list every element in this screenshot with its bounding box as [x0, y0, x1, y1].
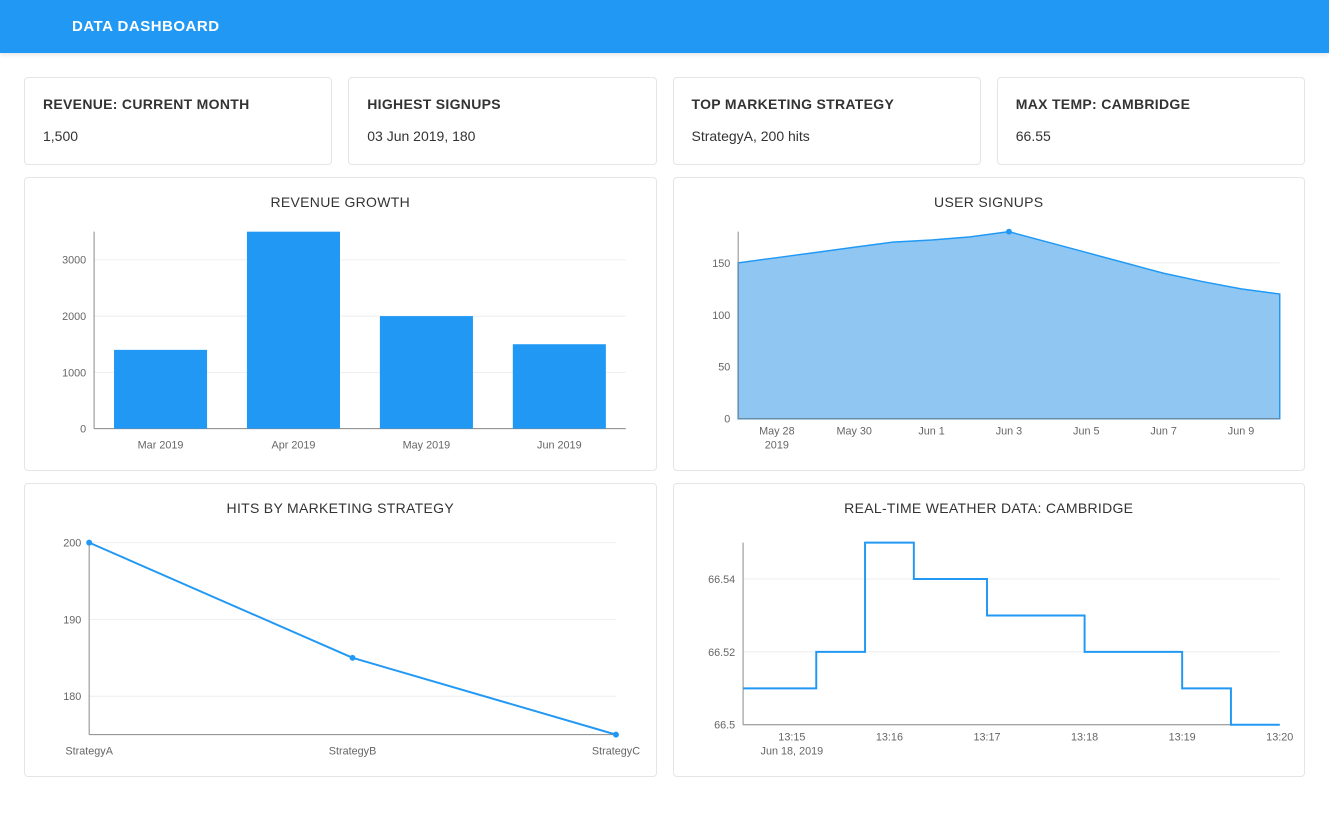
stat-value: StrategyA, 200 hits	[692, 128, 962, 144]
svg-text:Jun 2019: Jun 2019	[537, 439, 582, 451]
svg-text:1000: 1000	[62, 367, 86, 379]
chart-title: REAL-TIME WEATHER DATA: CAMBRIDGE	[684, 500, 1295, 516]
revenue-bar-chart: 0 1000 2000 3000 Mar 2019 Apr 2019 May 2019 Jun…	[35, 220, 646, 460]
svg-text:2000: 2000	[62, 311, 86, 323]
chart-card-signups: USER SIGNUPS 0 50 100 150 May 28 May 30 Jun 1 J…	[673, 177, 1306, 471]
stat-title: HIGHEST SIGNUPS	[367, 96, 637, 112]
svg-text:Jun 1: Jun 1	[918, 426, 945, 438]
chart-title: REVENUE GROWTH	[35, 194, 646, 210]
stat-card-signups: HIGHEST SIGNUPS 03 Jun 2019, 180	[348, 77, 656, 165]
svg-text:150: 150	[712, 258, 730, 270]
stat-card-revenue: REVENUE: CURRENT MONTH 1,500	[24, 77, 332, 165]
stat-title: REVENUE: CURRENT MONTH	[43, 96, 313, 112]
stat-title: MAX TEMP: CAMBRIDGE	[1016, 96, 1286, 112]
svg-text:Apr 2019: Apr 2019	[272, 439, 316, 451]
svg-text:StrategyA: StrategyA	[65, 745, 113, 757]
svg-text:13:18: 13:18	[1071, 732, 1098, 744]
app-header: DATA DASHBOARD	[0, 0, 1329, 53]
chart-card-weather: REAL-TIME WEATHER DATA: CAMBRIDGE 66.566…	[673, 483, 1306, 777]
stat-row: REVENUE: CURRENT MONTH 1,500 HIGHEST SIG…	[24, 77, 1305, 165]
stat-card-temp: MAX TEMP: CAMBRIDGE 66.55	[997, 77, 1305, 165]
dashboard-container: REVENUE: CURRENT MONTH 1,500 HIGHEST SIG…	[0, 53, 1329, 813]
svg-text:0: 0	[80, 424, 86, 436]
svg-text:Mar 2019: Mar 2019	[138, 439, 184, 451]
svg-text:3000: 3000	[62, 255, 86, 267]
svg-text:Jun 18, 2019: Jun 18, 2019	[760, 745, 823, 757]
svg-text:13:19: 13:19	[1168, 732, 1195, 744]
svg-text:StrategyC: StrategyC	[592, 745, 640, 757]
svg-text:May 28: May 28	[759, 426, 795, 438]
svg-text:13:16: 13:16	[875, 732, 902, 744]
svg-text:13:17: 13:17	[973, 732, 1000, 744]
svg-text:Jun 9: Jun 9	[1227, 426, 1254, 438]
svg-text:200: 200	[63, 538, 81, 550]
svg-text:Jun 3: Jun 3	[995, 426, 1022, 438]
app-title: DATA DASHBOARD	[72, 18, 220, 35]
svg-text:May 30: May 30	[836, 426, 872, 438]
chart-title: HITS BY MARKETING STRATEGY	[35, 500, 646, 516]
marketing-line-chart: 180 190 200 StrategyA StrategyB StrategyC	[35, 526, 646, 766]
stat-value: 66.55	[1016, 128, 1286, 144]
stat-title: TOP MARKETING STRATEGY	[692, 96, 962, 112]
svg-text:Jun 7: Jun 7	[1150, 426, 1177, 438]
stat-card-marketing: TOP MARKETING STRATEGY StrategyA, 200 hi…	[673, 77, 981, 165]
signups-area-chart: 0 50 100 150 May 28 May 30 Jun 1 Jun 3 Jun 5 Jun …	[684, 220, 1295, 460]
svg-text:13:15: 13:15	[778, 732, 805, 744]
svg-text:66.52: 66.52	[708, 647, 735, 659]
svg-text:StrategyB: StrategyB	[329, 745, 377, 757]
chart-row-2: HITS BY MARKETING STRATEGY 180 190 200 Stra…	[24, 483, 1305, 777]
svg-text:66.5: 66.5	[714, 720, 735, 732]
svg-text:Jun 5: Jun 5	[1073, 426, 1100, 438]
svg-text:100: 100	[712, 310, 730, 322]
svg-text:50: 50	[718, 362, 730, 374]
svg-text:13:20: 13:20	[1266, 732, 1293, 744]
chart-row-1: REVENUE GROWTH 0100020003000Mar 2019Apr …	[24, 177, 1305, 471]
svg-text:0: 0	[724, 414, 730, 426]
chart-title: USER SIGNUPS	[684, 194, 1295, 210]
svg-text:2019: 2019	[764, 439, 788, 451]
svg-text:190: 190	[63, 614, 81, 626]
svg-text:180: 180	[63, 691, 81, 703]
stat-value: 1,500	[43, 128, 313, 144]
stat-value: 03 Jun 2019, 180	[367, 128, 637, 144]
chart-card-marketing: HITS BY MARKETING STRATEGY 180 190 200 Stra…	[24, 483, 657, 777]
svg-text:66.54: 66.54	[708, 574, 735, 586]
chart-card-revenue: REVENUE GROWTH 0 1000 2000 3000 Mar 2019 Apr …	[24, 177, 657, 471]
weather-line-chart: 66.5 66.52 66.54 13:15 13:16 13:17 13:18 13:19 1…	[684, 526, 1295, 766]
svg-text:May 2019: May 2019	[403, 439, 451, 451]
